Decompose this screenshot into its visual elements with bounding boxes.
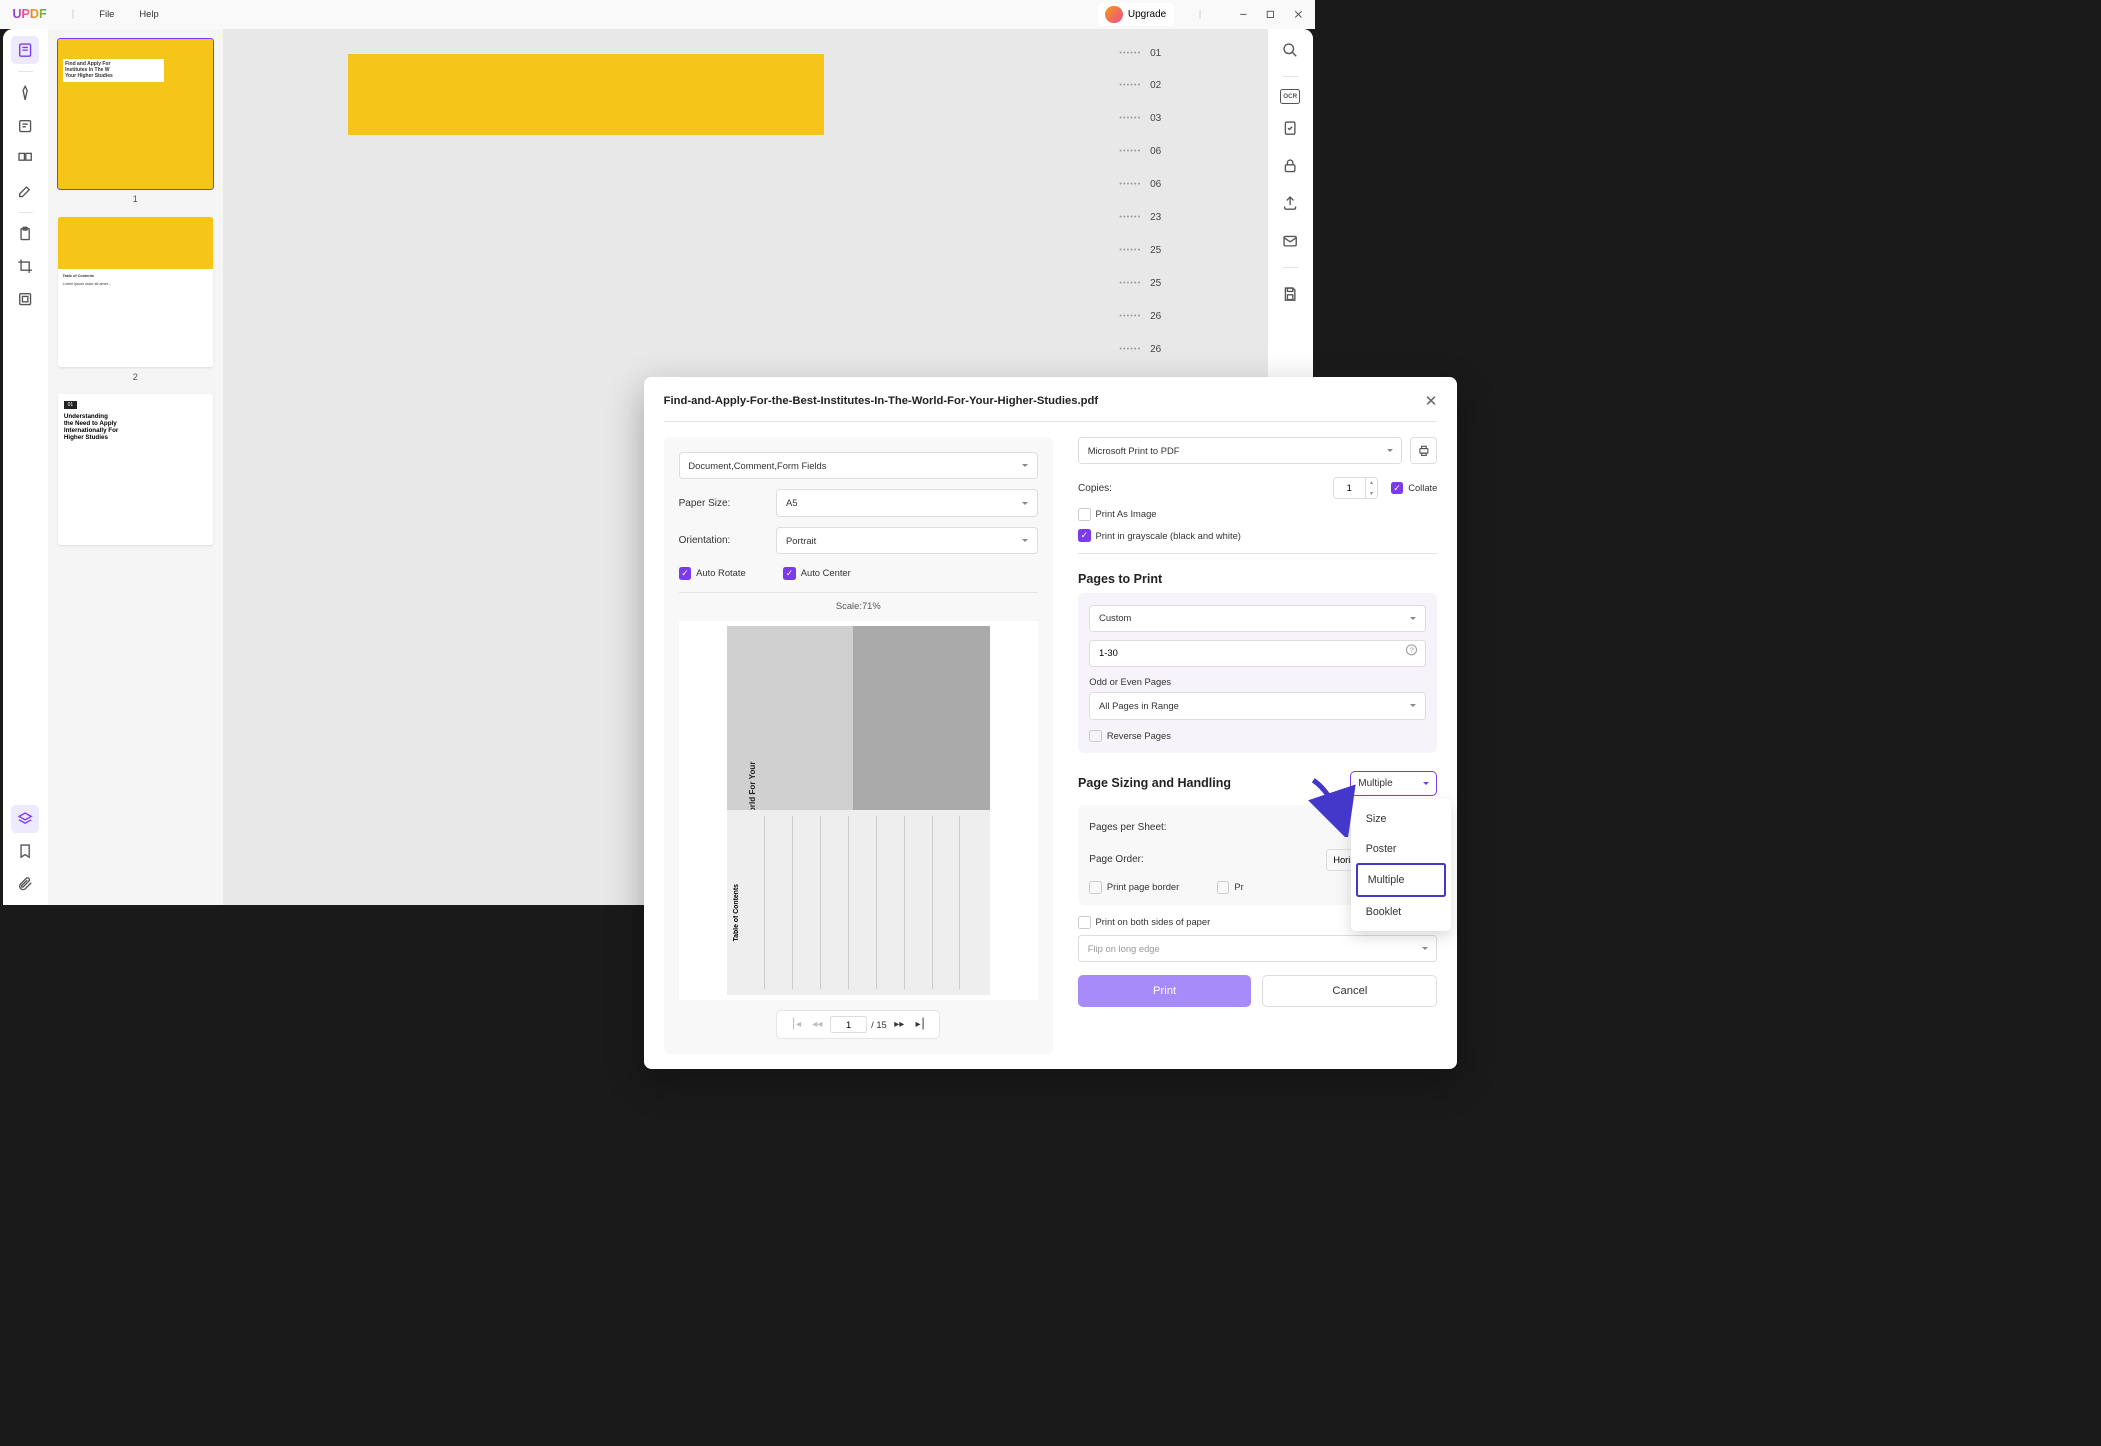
last-page-icon[interactable]: ▸⎮ <box>912 1016 930 1034</box>
sizing-dropdown: Size Poster Multiple Booklet <box>1351 799 1451 931</box>
paper-size-label: Paper Size: <box>679 498 764 509</box>
grayscale-checkbox[interactable]: Print in grayscale (black and white) <box>1078 529 1437 542</box>
pages-to-print-title: Pages to Print <box>1078 572 1437 586</box>
spinner-down-icon[interactable]: ▼ <box>1366 488 1377 499</box>
prev-page-icon[interactable]: ◂◂ <box>809 1016 827 1034</box>
print-as-image-checkbox[interactable]: Print As Image <box>1078 508 1437 521</box>
print-preview: Find and Apply For the Best Institutes I… <box>679 621 1038 1000</box>
odd-even-select[interactable]: All Pages in Range <box>1089 692 1426 720</box>
page-input[interactable] <box>830 1016 868 1034</box>
preview-pager: ⎮◂ ◂◂ / 15 ▸▸ ▸⎮ <box>776 1010 940 1040</box>
paper-size-select[interactable]: A5 <box>776 489 1038 517</box>
page-order-label: Page Order: <box>1089 854 1326 865</box>
sizing-mode-select[interactable]: Multiple Size Poster Multiple Booklet <box>1350 771 1438 796</box>
sizing-option-poster[interactable]: Poster <box>1356 834 1446 864</box>
scale-label: Scale:71% <box>679 592 1038 611</box>
range-mode-select[interactable]: Custom <box>1089 605 1426 633</box>
printer-properties-icon[interactable] <box>1410 437 1438 465</box>
auto-rotate-checkbox[interactable]: Auto Rotate <box>679 567 746 580</box>
copies-spinner[interactable]: ▲▼ <box>1333 477 1379 500</box>
sizing-title: Page Sizing and Handling <box>1078 776 1231 790</box>
printer-select[interactable]: Microsoft Print to PDF <box>1078 437 1402 465</box>
odd-even-label: Odd or Even Pages <box>1089 677 1426 687</box>
collate-checkbox[interactable]: Collate <box>1391 482 1438 495</box>
page-range-input[interactable] <box>1089 640 1426 668</box>
copies-input[interactable] <box>1334 483 1365 493</box>
reverse-pages-checkbox[interactable]: Reverse Pages <box>1089 730 1426 743</box>
cancel-button[interactable]: Cancel <box>1262 975 1437 1008</box>
page-total: / 15 <box>871 1020 887 1030</box>
elements-select[interactable]: Document,Comment,Form Fields <box>679 452 1038 480</box>
pages-per-sheet-label: Pages per Sheet: <box>1089 822 1354 833</box>
sizing-option-booklet[interactable]: Booklet <box>1356 897 1446 927</box>
print-dialog: Find-and-Apply-For-the-Best-Institutes-I… <box>644 377 1458 1070</box>
sizing-option-multiple[interactable]: Multiple <box>1356 863 1446 897</box>
flip-select[interactable]: Flip on long edge <box>1078 935 1437 963</box>
dialog-title: Find-and-Apply-For-the-Best-Institutes-I… <box>664 395 1099 407</box>
orientation-select[interactable]: Portrait <box>776 527 1038 555</box>
print-both-checkbox[interactable]: Pr <box>1217 881 1244 894</box>
sizing-option-size[interactable]: Size <box>1356 804 1446 834</box>
first-page-icon[interactable]: ⎮◂ <box>787 1016 805 1034</box>
orientation-label: Orientation: <box>679 535 764 546</box>
print-button[interactable]: Print <box>1078 975 1251 1008</box>
auto-center-checkbox[interactable]: Auto Center <box>783 567 851 580</box>
print-border-checkbox[interactable]: Print page border <box>1089 881 1179 894</box>
close-icon[interactable]: ✕ <box>1425 392 1438 410</box>
next-page-icon[interactable]: ▸▸ <box>891 1016 909 1034</box>
copies-label: Copies: <box>1078 483 1320 494</box>
spinner-up-icon[interactable]: ▲ <box>1366 477 1377 488</box>
